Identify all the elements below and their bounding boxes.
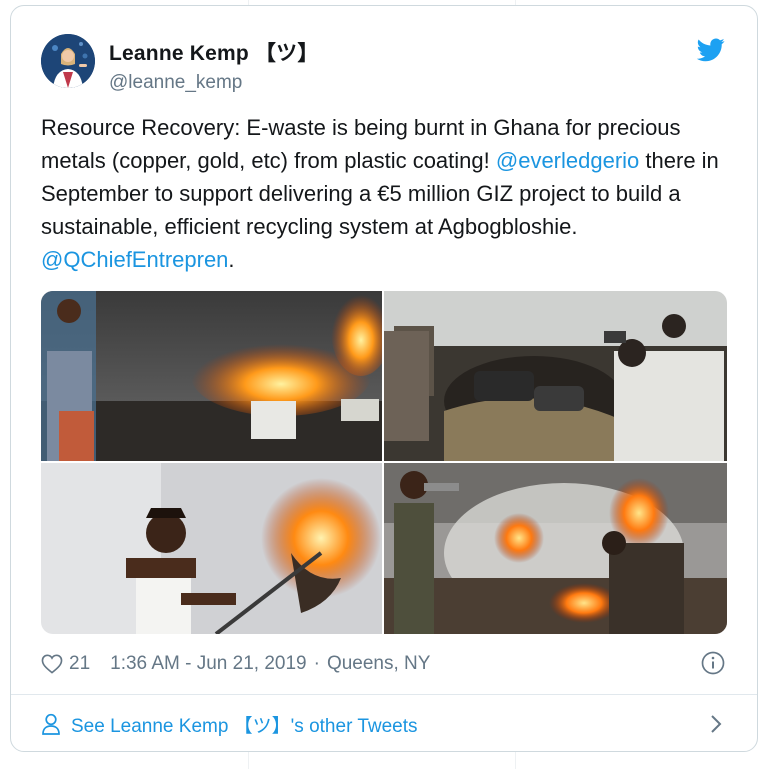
- meta-separator: ·: [313, 653, 320, 674]
- tweet-text-part: .: [228, 247, 235, 272]
- chevron-right-icon[interactable]: [709, 714, 723, 734]
- other-tweets-link[interactable]: See Leanne Kemp 【ツ】's other Tweets: [41, 706, 727, 742]
- other-tweets-label[interactable]: See Leanne Kemp 【ツ】's other Tweets: [71, 711, 418, 738]
- person-icon: [42, 713, 60, 735]
- tweet-meta: 21 1:36 AM - Jun 21, 2019 · Queens, NY: [41, 651, 727, 677]
- info-icon[interactable]: [701, 651, 725, 675]
- tweet-location[interactable]: Queens, NY: [327, 653, 431, 675]
- divider: [11, 694, 757, 695]
- handle[interactable]: @leanne_kemp: [109, 72, 319, 94]
- tweet-text: Resource Recovery: E-waste is being burn…: [41, 111, 731, 276]
- like-count[interactable]: 21: [69, 653, 90, 675]
- tweet-timestamp[interactable]: 1:36 AM - Jun 21, 2019: [110, 653, 306, 675]
- tweet-header: Leanne Kemp 【ツ】 @leanne_kemp: [41, 34, 727, 93]
- photo-1[interactable]: [41, 291, 382, 461]
- mention-link-everledgerio[interactable]: @everledgerio: [496, 148, 639, 173]
- heart-icon[interactable]: [41, 654, 63, 674]
- display-name[interactable]: Leanne Kemp 【ツ】: [109, 37, 319, 67]
- author-info[interactable]: Leanne Kemp 【ツ】 @leanne_kemp: [109, 37, 319, 94]
- media-grid: [41, 291, 727, 634]
- mention-link-qchiefentrepren[interactable]: @QChiefEntrepren: [41, 247, 228, 272]
- photo-3[interactable]: [41, 463, 382, 634]
- photo-2[interactable]: [384, 291, 727, 461]
- tweet-card[interactable]: Leanne Kemp 【ツ】 @leanne_kemp Resource Re…: [10, 5, 758, 752]
- twitter-bird-icon[interactable]: [697, 38, 725, 62]
- photo-4[interactable]: [384, 463, 727, 634]
- avatar[interactable]: [41, 34, 95, 88]
